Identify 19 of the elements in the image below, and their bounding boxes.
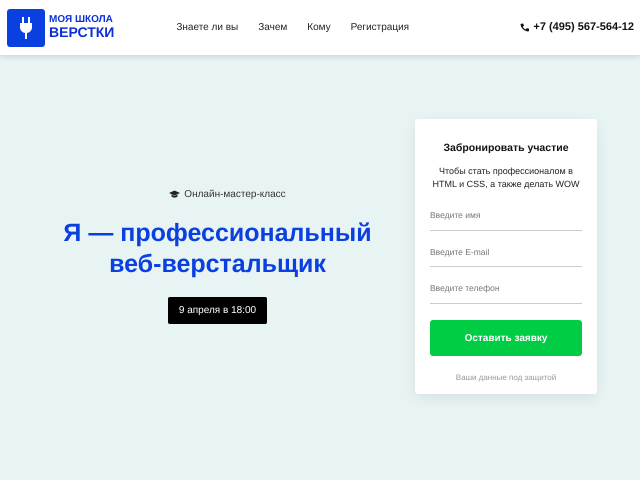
nav-link[interactable]: Знаете ли вы [176,20,238,35]
phone-number[interactable]: +7 (495) 567-564-12 [533,19,634,36]
form-subtitle: Чтобы стать профессионалом в HTML и CSS, а также делать WOW [431,164,580,191]
input-field[interactable]: Введите имя [430,198,582,231]
nav-link[interactable]: Кому [307,20,331,35]
graduation-cap-icon [169,190,180,199]
form-title: Забронировать участие [442,141,570,156]
logo-text: МОЯ ШКОЛА [49,14,114,26]
nav-link[interactable]: Зачем [258,20,288,35]
input-field[interactable]: Введите E-mail [430,236,582,268]
phone-icon [520,23,530,32]
hero-title: Я — профессиональный веб-верстальщик [63,218,372,280]
input-field[interactable]: Введите телефон [430,272,582,304]
nav-link[interactable]: Регистрация [350,20,410,35]
logo-text: ВЕРСТКИ [49,25,114,40]
date-label: 9 апреля в 18:00 [168,296,268,324]
plug-icon [19,16,33,38]
event-type: Онлайн-мастер-класс [184,188,286,202]
privacy-note: Ваши данные под защитой [454,372,558,384]
